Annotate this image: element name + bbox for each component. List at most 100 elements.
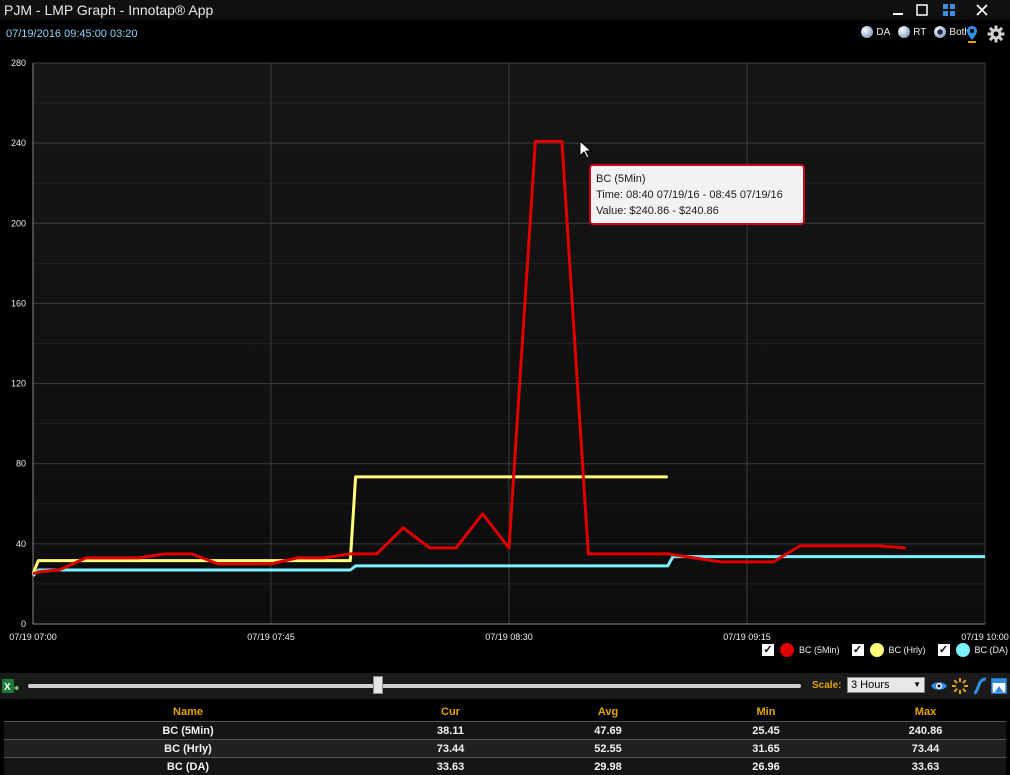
radio-both-dot (934, 26, 947, 38)
legend-item-bc-da[interactable]: ✓ BC (DA) (937, 643, 1009, 657)
close-button[interactable] (970, 0, 994, 20)
legend-checkbox-bc-5min[interactable]: ✓ (761, 644, 774, 656)
excel-icon: X (2, 679, 19, 693)
lmp-chart[interactable]: 04080120160200240280 07/19 07:00 07/19 07… (0, 48, 1010, 670)
y-tick-label: 80 (16, 459, 26, 469)
y-tick-label: 160 (11, 298, 26, 308)
scale-label: Scale: (812, 680, 842, 691)
export-excel-button[interactable]: X (1, 677, 19, 695)
legend-label-bc-5min: BC (5Min) (798, 645, 840, 655)
legend-swatch-bc-hrly (869, 643, 884, 657)
stats-table: Name Cur Avg Min Max BC (5Min) 38.11 47.… (4, 702, 1006, 775)
cell-min: 26.96 (687, 757, 845, 775)
x-axis-ticks: 07/19 07:00 07/19 07:45 07/19 08:30 07/19 0… (9, 632, 1009, 642)
legend-item-bc-hrly[interactable]: ✓ BC (Hrly) (851, 643, 926, 657)
y-tick-label: 120 (11, 379, 26, 389)
control-bar: X Scale: 3 Hours ▼ (0, 673, 1010, 699)
legend-checkbox-bc-hrly[interactable]: ✓ (851, 644, 864, 656)
x-tick-label: 07/19 10:00 (961, 632, 1009, 642)
minimize-button[interactable] (886, 0, 910, 20)
table-row[interactable]: BC (DA) 33.63 29.98 26.96 33.63 (4, 757, 1006, 775)
header-max[interactable]: Max (845, 702, 1006, 722)
layout-button[interactable] (937, 0, 961, 20)
header-name[interactable]: Name (4, 702, 372, 722)
cell-avg: 52.55 (529, 739, 687, 758)
market-radio-group: DA RT Both (857, 26, 970, 38)
chart-area: 0 40 80 120 160 200 240 280 07/19 07:00 07/19 07… (0, 48, 1010, 670)
sunburst-icon (952, 678, 968, 694)
cell-max: 240.86 (845, 721, 1006, 740)
title-bar: PJM - LMP Graph - Innotap® App (0, 0, 1010, 20)
cell-min: 31.65 (687, 739, 845, 758)
mouse-cursor-icon (579, 140, 593, 159)
window-title: PJM - LMP Graph - Innotap® App (4, 2, 214, 18)
map-pin-icon (967, 26, 977, 43)
x-tick-label: 07/19 09:15 (723, 632, 771, 642)
maximize-button[interactable] (910, 0, 934, 20)
legend-label-bc-hrly: BC (Hrly) (888, 645, 926, 655)
cell-avg: 47.69 (529, 721, 687, 740)
panel-button[interactable] (990, 677, 1008, 695)
svg-text:X: X (4, 682, 11, 693)
minimize-icon (893, 13, 903, 15)
x-tick-label: 07/19 08:30 (485, 632, 533, 642)
cell-cur: 33.63 (372, 757, 529, 775)
chevron-down-icon: ▼ (913, 680, 921, 689)
cell-name: BC (5Min) (4, 721, 372, 740)
time-slider-track[interactable] (28, 684, 801, 688)
radio-da-label: DA (876, 26, 891, 38)
gear-icon (987, 25, 1005, 43)
radio-rt-dot (898, 26, 911, 38)
x-tick-label: 07/19 07:00 (9, 632, 57, 642)
tooltip-value: Value: $240.86 - $240.86 (596, 205, 719, 217)
header-min[interactable]: Min (687, 702, 845, 722)
settings-button[interactable] (984, 24, 1008, 44)
table-row[interactable]: BC (5Min) 38.11 47.69 25.45 240.86 (4, 721, 1006, 740)
legend-item-bc-5min[interactable]: ✓ BC (5Min) (761, 643, 840, 657)
cell-min: 25.45 (687, 721, 845, 740)
cell-name: BC (DA) (4, 757, 372, 775)
close-icon (976, 4, 988, 16)
location-button[interactable] (960, 24, 984, 44)
refresh-button[interactable] (951, 677, 969, 695)
y-tick-label: 240 (11, 138, 26, 148)
legend-checkbox-bc-da[interactable]: ✓ (937, 644, 950, 656)
radio-rt[interactable]: RT (898, 26, 926, 38)
y-axis-ticks: 0 40 80 120 160 200 240 280 (11, 58, 26, 629)
cell-cur: 38.11 (372, 721, 529, 740)
radio-rt-label: RT (913, 26, 927, 38)
view-button[interactable] (930, 677, 948, 695)
smooth-line-button[interactable] (971, 677, 989, 695)
window-panel-icon (991, 678, 1007, 694)
tooltip-time: Time: 08:40 07/19/16 - 08:45 07/19/16 (596, 189, 783, 201)
y-tick-label: 280 (11, 58, 26, 68)
cell-avg: 29.98 (529, 757, 687, 775)
scale-select-value: 3 Hours (851, 679, 890, 691)
chart-legend: ✓ BC (5Min) ✓ BC (Hrly) ✓ BC (DA) (750, 643, 1008, 657)
scale-select[interactable]: 3 Hours ▼ (847, 677, 925, 693)
header-avg[interactable]: Avg (529, 702, 687, 722)
maximize-icon (916, 4, 928, 16)
cell-cur: 73.44 (372, 739, 529, 758)
table-row[interactable]: BC (Hrly) 73.44 52.55 31.65 73.44 (4, 739, 1006, 758)
legend-swatch-bc-da (955, 643, 970, 657)
x-tick-label: 07/19 07:45 (247, 632, 295, 642)
header-cur[interactable]: Cur (372, 702, 529, 722)
timestamp: 07/19/2016 09:45:00 03:20 (6, 28, 138, 40)
data-tooltip: BC (5Min) Time: 08:40 07/19/16 - 08:45 0… (589, 164, 805, 225)
info-bar: 07/19/2016 09:45:00 03:20 DA RT Both (0, 20, 1010, 48)
grid-icon (943, 4, 955, 16)
table-header-row: Name Cur Avg Min Max (4, 702, 1006, 722)
legend-swatch-bc-5min (779, 643, 794, 657)
y-tick-label: 0 (21, 619, 26, 629)
y-tick-label: 40 (16, 539, 26, 549)
legend-label-bc-da: BC (DA) (974, 645, 1009, 655)
radio-da[interactable]: DA (861, 26, 890, 38)
cell-max: 33.63 (845, 757, 1006, 775)
y-tick-label: 200 (11, 218, 26, 228)
stats-table-container: Name Cur Avg Min Max BC (5Min) 38.11 47.… (4, 702, 1006, 775)
tooltip-title: BC (5Min) (596, 173, 646, 185)
time-slider-thumb[interactable] (373, 676, 383, 694)
cell-name: BC (Hrly) (4, 739, 372, 758)
radio-da-dot (861, 26, 874, 38)
